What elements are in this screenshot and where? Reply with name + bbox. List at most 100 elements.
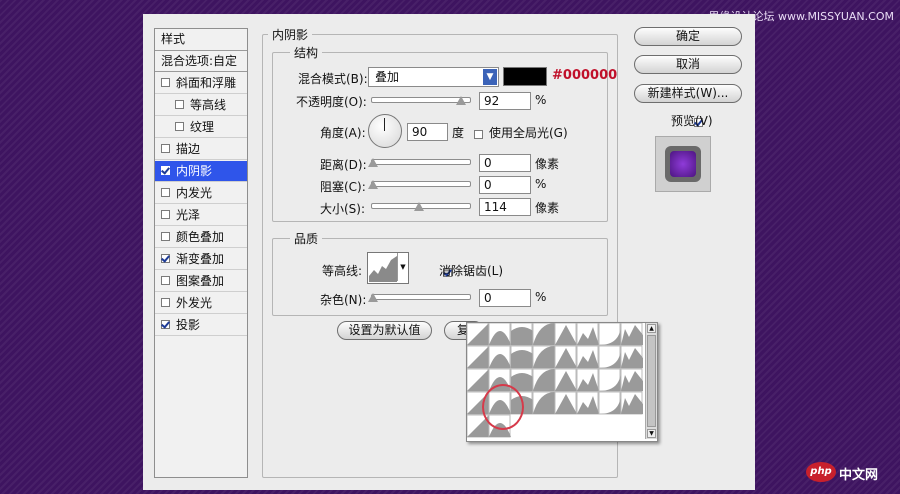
global-light-label: 使用全局光(G) <box>489 126 568 140</box>
style-item[interactable]: 图案叠加 <box>155 271 247 292</box>
new-style-button[interactable]: 新建样式(W)... <box>634 84 742 103</box>
scroll-thumb[interactable] <box>647 335 656 427</box>
ok-button[interactable]: 确定 <box>634 27 742 46</box>
noise-unit: % <box>535 290 547 304</box>
choke-slider-thumb[interactable] <box>368 180 378 189</box>
global-light-checkbox[interactable] <box>474 130 483 139</box>
angle-label: 角度(A): <box>320 126 366 140</box>
contour-preset-thumb[interactable] <box>620 391 643 415</box>
contour-preset-thumb[interactable] <box>532 345 555 369</box>
contour-preset-thumb[interactable] <box>467 345 489 369</box>
opacity-input[interactable]: 92 <box>479 92 531 110</box>
contour-preset-thumb[interactable] <box>554 391 577 415</box>
size-slider-thumb[interactable] <box>414 202 424 211</box>
contour-preset-thumb[interactable] <box>467 368 489 392</box>
contour-preset-thumb[interactable] <box>576 323 599 346</box>
style-item-checkbox[interactable] <box>161 188 170 197</box>
angle-dial[interactable] <box>368 114 402 148</box>
distance-unit: 像素 <box>535 157 560 171</box>
style-item[interactable]: 内发光 <box>155 183 247 204</box>
style-item[interactable]: 投影 <box>155 315 247 336</box>
distance-input[interactable]: 0 <box>479 154 531 172</box>
blend-mode-select[interactable]: 叠加 ▼ <box>368 67 499 87</box>
angle-dial-needle <box>384 118 385 131</box>
inner-shadow-title: 内阴影 <box>268 26 313 43</box>
contour-preset-thumb[interactable] <box>598 391 621 415</box>
style-item-checkbox[interactable] <box>161 276 170 285</box>
style-item[interactable]: 等高线 <box>155 95 247 116</box>
style-item-checkbox[interactable] <box>161 210 170 219</box>
style-item-checkbox[interactable] <box>175 122 184 131</box>
opacity-label: 不透明度(O): <box>296 95 367 109</box>
contour-preset-thumb[interactable] <box>576 391 599 415</box>
contour-preset-thumb[interactable] <box>532 391 555 415</box>
style-item-label: 纹理 <box>190 120 215 134</box>
choke-slider[interactable] <box>371 181 471 187</box>
distance-slider-thumb[interactable] <box>368 158 378 167</box>
contour-preset-thumb[interactable] <box>488 323 511 346</box>
contour-preview-icon <box>369 256 397 282</box>
noise-slider[interactable] <box>371 294 471 300</box>
style-item-label: 等高线 <box>190 98 227 112</box>
scroll-down-icon[interactable]: ▼ <box>647 429 656 438</box>
style-item-checkbox[interactable] <box>161 298 170 307</box>
set-default-button[interactable]: 设置为默认值 <box>337 321 432 340</box>
opacity-slider-thumb[interactable] <box>456 96 466 105</box>
contour-preset-thumb[interactable] <box>554 345 577 369</box>
style-item-label: 光泽 <box>176 208 201 222</box>
contour-preset-thumb[interactable] <box>576 345 599 369</box>
style-item[interactable]: 内阴影 <box>155 161 247 182</box>
angle-input[interactable]: 90 <box>407 123 448 141</box>
contour-preset-thumb[interactable] <box>467 323 489 346</box>
popup-scrollbar[interactable]: ▲ ▼ <box>645 323 657 439</box>
style-item[interactable]: 光泽 <box>155 205 247 226</box>
style-item-label: 投影 <box>176 318 201 332</box>
contour-preset-thumb[interactable] <box>620 368 643 392</box>
contour-preset-thumb[interactable] <box>510 323 533 346</box>
contour-preset-thumb[interactable] <box>488 345 511 369</box>
contour-preset-thumb[interactable] <box>598 323 621 346</box>
contour-preset-thumb[interactable] <box>554 368 577 392</box>
scroll-up-icon[interactable]: ▲ <box>647 324 656 333</box>
size-input[interactable]: 114 <box>479 198 531 216</box>
style-item-checkbox[interactable] <box>161 320 170 329</box>
choke-input[interactable]: 0 <box>479 176 531 194</box>
cancel-button[interactable]: 取消 <box>634 55 742 74</box>
contour-preset-thumb[interactable] <box>598 345 621 369</box>
style-item-label: 外发光 <box>176 296 213 310</box>
preview-label: 预览(V) <box>671 114 713 128</box>
styles-header[interactable]: 样式 <box>155 29 247 51</box>
style-item-checkbox[interactable] <box>175 100 184 109</box>
style-item[interactable]: 斜面和浮雕 <box>155 73 247 94</box>
style-item-checkbox[interactable] <box>161 78 170 87</box>
style-item-checkbox[interactable] <box>161 166 170 175</box>
contour-preset-thumb[interactable] <box>620 345 643 369</box>
structure-title: 结构 <box>290 44 323 61</box>
contour-picker[interactable]: ▼ <box>367 252 409 284</box>
contour-preset-thumb[interactable] <box>532 368 555 392</box>
php-logo-badge: php <box>806 462 836 482</box>
style-item[interactable]: 外发光 <box>155 293 247 314</box>
blend-mode-label: 混合模式(B): <box>298 72 368 86</box>
contour-label: 等高线: <box>322 264 363 278</box>
size-unit: 像素 <box>535 201 560 215</box>
opacity-unit: % <box>535 93 547 107</box>
style-item[interactable]: 渐变叠加 <box>155 249 247 270</box>
noise-input[interactable]: 0 <box>479 289 531 307</box>
style-item[interactable]: 描边 <box>155 139 247 160</box>
style-item-checkbox[interactable] <box>161 232 170 241</box>
contour-preset-thumb[interactable] <box>576 368 599 392</box>
style-item[interactable]: 纹理 <box>155 117 247 138</box>
contour-preset-thumb[interactable] <box>620 323 643 346</box>
style-item[interactable]: 颜色叠加 <box>155 227 247 248</box>
shadow-color-swatch[interactable] <box>503 67 547 86</box>
blend-options-item[interactable]: 混合选项:自定 <box>155 51 247 72</box>
contour-preset-thumb[interactable] <box>510 345 533 369</box>
distance-slider[interactable] <box>371 159 471 165</box>
contour-preset-thumb[interactable] <box>532 323 555 346</box>
style-item-checkbox[interactable] <box>161 254 170 263</box>
noise-slider-thumb[interactable] <box>368 293 378 302</box>
contour-preset-thumb[interactable] <box>598 368 621 392</box>
style-item-checkbox[interactable] <box>161 144 170 153</box>
contour-preset-thumb[interactable] <box>554 323 577 346</box>
